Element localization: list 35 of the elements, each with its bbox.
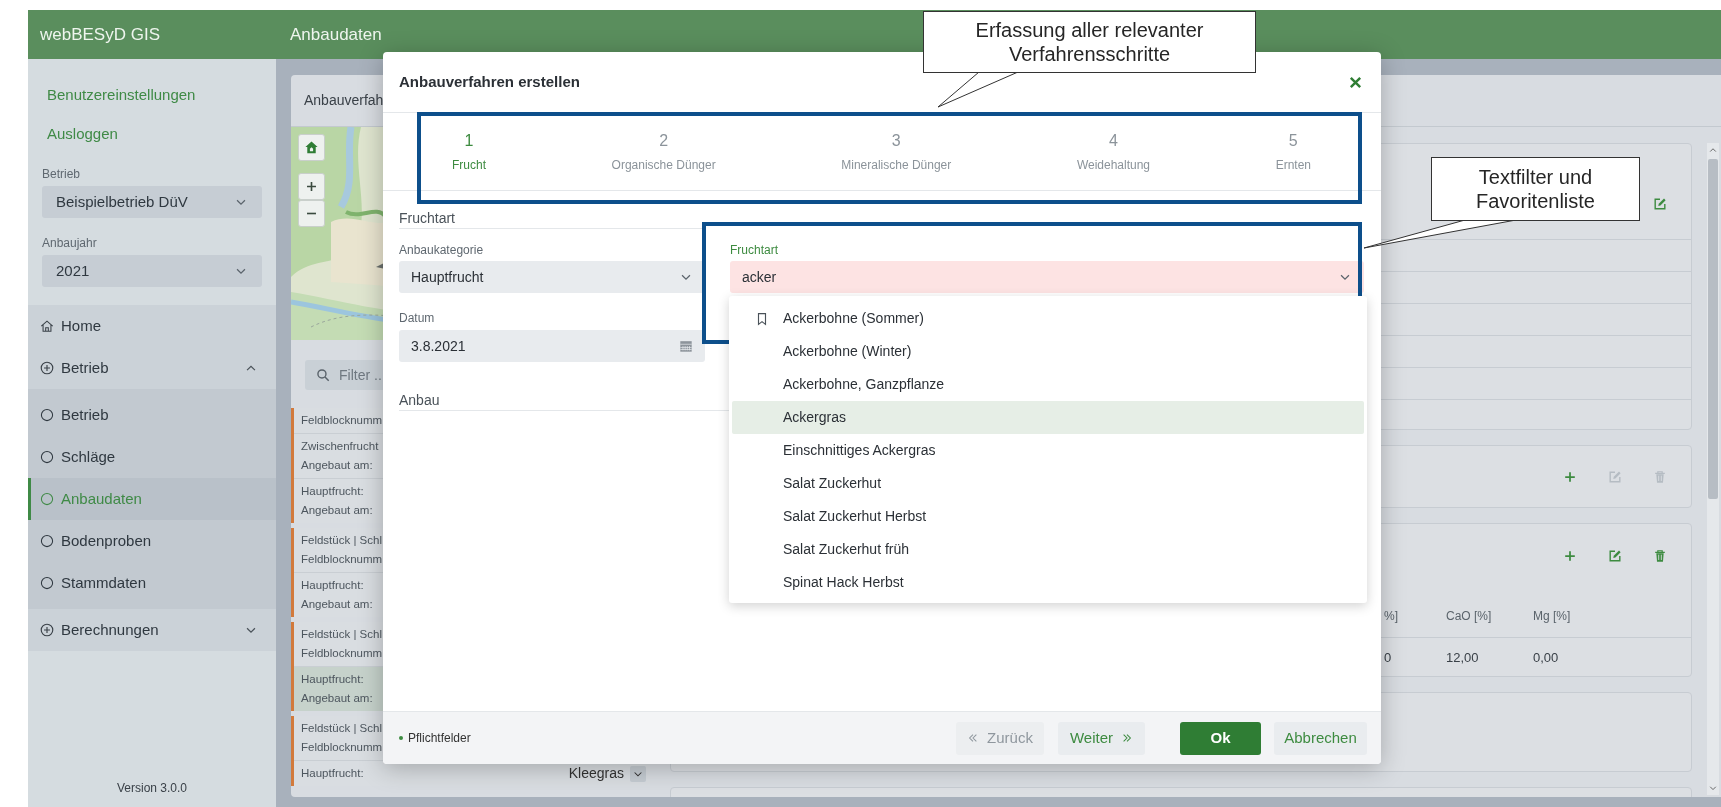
footnote-text: Pflichtfelder	[408, 730, 471, 747]
entry-text: Feldstück | Schl	[301, 721, 382, 736]
table-cell: 0,00	[1533, 650, 1559, 666]
column-header: Mg [%]	[1533, 608, 1571, 623]
entry-text: Hauptfrucht:	[301, 766, 364, 781]
entry-text: Hauptfrucht:	[301, 672, 364, 687]
column-header: CaO [%]	[1446, 608, 1492, 623]
version-text: Version 3.0.0	[116, 781, 188, 795]
entry-text: Feldstück | Schl	[301, 627, 382, 642]
section-title: Fruchtart	[399, 209, 455, 228]
entry-text: Angebaut am:	[301, 503, 373, 518]
entry-text: Hauptfrucht:	[301, 578, 364, 593]
entry-text: Angebaut am:	[301, 458, 373, 473]
entry-text: Angebaut am:	[301, 691, 373, 706]
entry-text: Feldblocknumm	[301, 646, 383, 661]
field-label: Datum	[399, 311, 435, 325]
table-cell: 0	[1384, 650, 1392, 666]
entry-text: Zwischenfrucht	[301, 439, 379, 454]
entry-text: Angebaut am:	[301, 597, 373, 612]
entry-text: Feldblocknumm	[301, 552, 383, 567]
field-label: Fruchtart	[730, 243, 778, 257]
card-title: Anbauverfah	[304, 91, 384, 110]
field-label: Anbaujahr	[42, 236, 97, 250]
field-label: Betrieb	[42, 167, 81, 181]
entry-text: Feldstück | Schl	[301, 533, 382, 548]
column-header: %]	[1384, 608, 1398, 623]
entry-text: Feldblocknumm	[301, 740, 383, 755]
field-label: Anbaukategorie	[399, 243, 484, 257]
section-title: Anbau	[399, 391, 440, 410]
page-title: Anbaudaten	[290, 24, 382, 44]
app-title: webBESyD GIS	[40, 24, 160, 44]
dialog-title: Anbauverfahren erstellen	[399, 71, 580, 92]
entry-text: Hauptfrucht:	[301, 484, 364, 499]
entry-text: Feldblocknumm	[301, 413, 383, 428]
table-cell: 12,00	[1446, 650, 1479, 666]
